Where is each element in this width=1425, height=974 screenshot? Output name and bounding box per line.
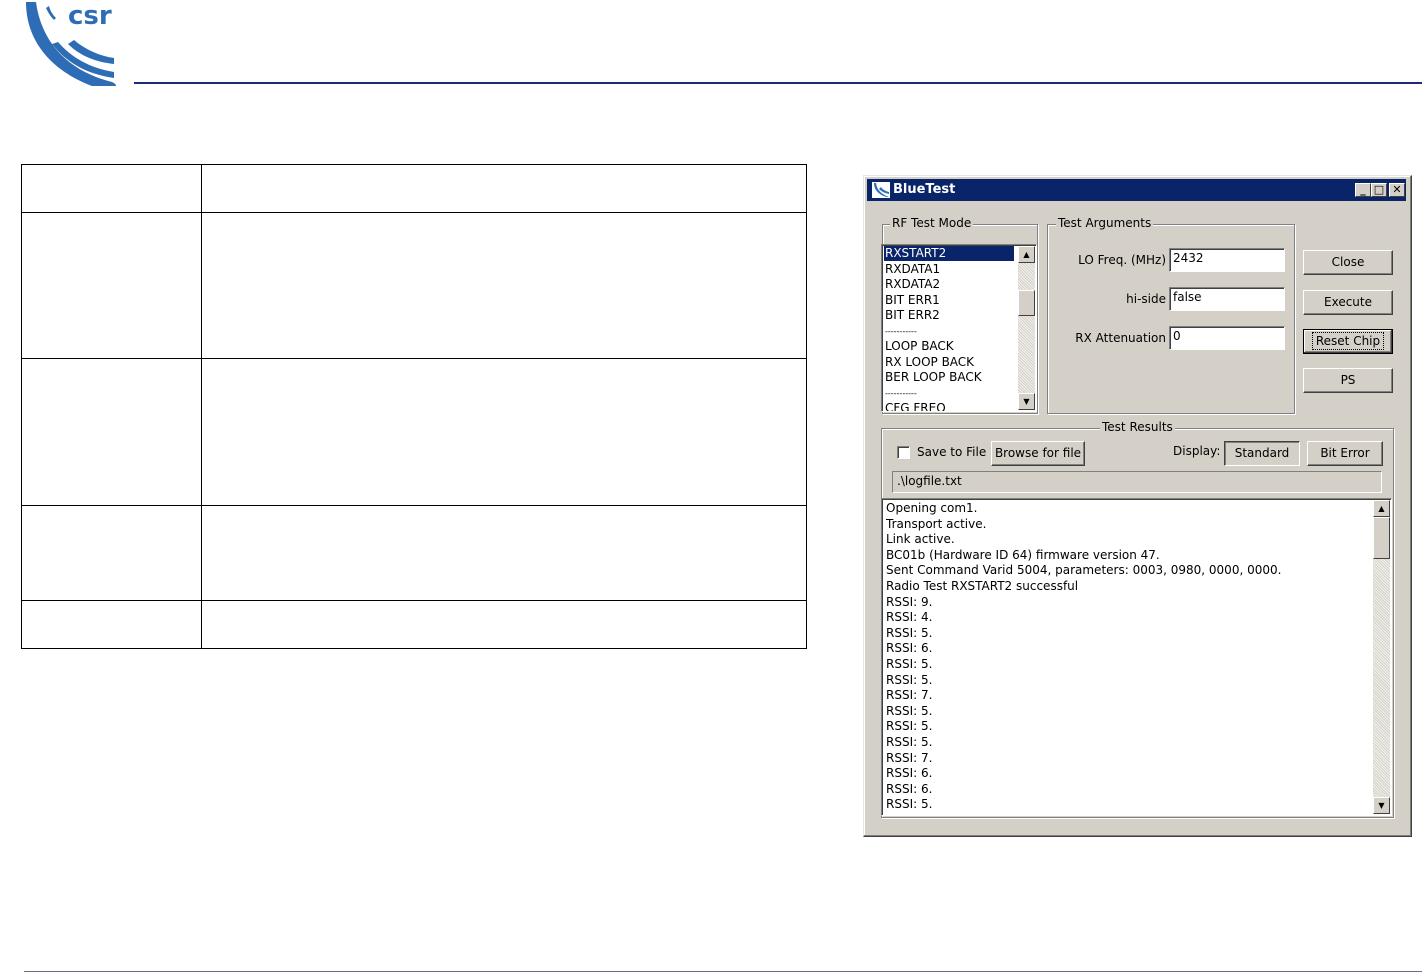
- close-window-button[interactable]: ✕: [1389, 183, 1405, 197]
- list-scrollbar[interactable]: ▲ ▼: [1018, 246, 1035, 410]
- list-item[interactable]: BIT ERR2: [885, 308, 944, 323]
- log-line: RSSI: 5.: [886, 797, 933, 812]
- list-item[interactable]: RXDATA2: [885, 277, 944, 292]
- list-item[interactable]: BIT ERR1: [885, 293, 944, 308]
- footer-rule: [24, 971, 1422, 972]
- close-button[interactable]: Close: [1303, 250, 1393, 275]
- hiside-label: hi-side: [1126, 292, 1166, 306]
- log-line: Link active.: [886, 532, 955, 547]
- rf-test-mode-label: RF Test Mode: [890, 216, 974, 230]
- list-item[interactable]: RXSTART2: [884, 246, 1014, 261]
- scroll-up-icon[interactable]: ▲: [1373, 500, 1390, 517]
- test-results-label: Test Results: [1100, 420, 1175, 434]
- table-cell: [201, 164, 807, 213]
- rf-test-mode-list[interactable]: RXSTART2 RXDATA1 RXDATA2 BIT ERR1 BIT ER…: [881, 244, 1037, 412]
- table-cell: [201, 505, 807, 601]
- scroll-thumb[interactable]: [1018, 290, 1035, 316]
- logo-wordmark: csr: [68, 1, 112, 31]
- lo-freq-label: LO Freq. (MHz): [1078, 253, 1166, 267]
- rx-attenuation-label: RX Attenuation: [1075, 331, 1166, 345]
- log-line: RSSI: 5.: [886, 719, 933, 734]
- log-line: RSSI: 7.: [886, 750, 933, 765]
- test-arguments-label: Test Arguments: [1056, 216, 1154, 230]
- maximize-button[interactable]: □: [1371, 183, 1387, 197]
- log-line: BC01b (Hardware ID 64) firmware version …: [886, 547, 1160, 562]
- table-cell: [201, 212, 807, 359]
- log-line: RSSI: 6.: [886, 781, 933, 796]
- browse-for-file-button[interactable]: Browse for file: [991, 441, 1085, 466]
- list-separator[interactable]: -----------: [885, 324, 921, 339]
- save-to-file-checkbox[interactable]: [897, 446, 910, 459]
- csr-logo: csr: [26, 1, 116, 86]
- bit-error-display-button[interactable]: Bit Error: [1307, 441, 1383, 466]
- log-line: RSSI: 5.: [886, 625, 933, 640]
- reset-chip-button[interactable]: Reset Chip: [1303, 329, 1393, 354]
- log-line: RSSI: 4.: [886, 610, 933, 625]
- log-line: RSSI: 5.: [886, 703, 933, 718]
- table-cell: [21, 505, 202, 601]
- table-cell: [21, 600, 202, 649]
- log-line: RSSI: 6.: [886, 641, 933, 656]
- scroll-down-icon[interactable]: ▼: [1373, 797, 1390, 814]
- log-line: RSSI: 5.: [886, 657, 933, 671]
- bluetest-window: BlueTest _ □ ✕ RF Test Mode RXSTART2 RXD…: [863, 175, 1412, 837]
- table-cell: [201, 358, 807, 506]
- table-cell: [201, 600, 807, 649]
- execute-button[interactable]: Execute: [1303, 290, 1393, 315]
- lo-freq-input[interactable]: 2432: [1169, 248, 1285, 272]
- log-line: RSSI: 5.: [886, 735, 933, 749]
- log-file-path: .\logfile.txt: [892, 471, 1382, 493]
- header-rule: [134, 82, 1422, 84]
- bluetest-app-icon: [872, 182, 890, 198]
- log-line: RSSI: 9.: [886, 594, 933, 609]
- document-table: [21, 164, 807, 649]
- window-title: BlueTest: [893, 182, 956, 197]
- rx-attenuation-input[interactable]: 0: [1169, 326, 1285, 350]
- list-item[interactable]: BER LOOP BACK: [885, 370, 986, 385]
- table-cell: [21, 164, 202, 213]
- log-line: RSSI: 7.: [886, 688, 933, 703]
- log-line: RSSI: 5.: [886, 672, 933, 687]
- list-separator[interactable]: -----------: [885, 386, 921, 401]
- log-line: RSSI: 6.: [886, 766, 933, 781]
- minimize-button[interactable]: _: [1355, 183, 1371, 197]
- log-line: Transport active.: [886, 516, 987, 531]
- table-cell: [21, 212, 202, 359]
- list-item[interactable]: RX LOOP BACK: [885, 355, 978, 370]
- log-scrollbar[interactable]: ▲ ▼: [1373, 500, 1390, 814]
- hiside-input[interactable]: false: [1169, 287, 1285, 311]
- scroll-down-icon[interactable]: ▼: [1018, 393, 1035, 410]
- log-line: Opening com1.: [886, 501, 978, 515]
- list-item[interactable]: CFG FREQ: [885, 401, 950, 411]
- standard-display-button[interactable]: Standard: [1224, 441, 1300, 466]
- log-output[interactable]: Opening com1. Transport active. Link act…: [881, 498, 1392, 816]
- log-line: Radio Test RXSTART2 successful: [886, 579, 1079, 593]
- title-bar[interactable]: BlueTest _ □ ✕: [867, 179, 1406, 201]
- save-to-file-label[interactable]: Save to File: [917, 445, 986, 459]
- list-item[interactable]: LOOP BACK: [885, 339, 958, 354]
- scroll-up-icon[interactable]: ▲: [1018, 246, 1035, 263]
- reset-chip-label: Reset Chip: [1311, 332, 1385, 350]
- scroll-thumb[interactable]: [1373, 517, 1390, 559]
- ps-button[interactable]: PS: [1303, 368, 1393, 393]
- display-label: Display:: [1173, 444, 1221, 458]
- log-line: Sent Command Varid 5004, parameters: 000…: [886, 563, 1282, 578]
- table-cell: [21, 358, 202, 506]
- list-item[interactable]: RXDATA1: [885, 262, 944, 277]
